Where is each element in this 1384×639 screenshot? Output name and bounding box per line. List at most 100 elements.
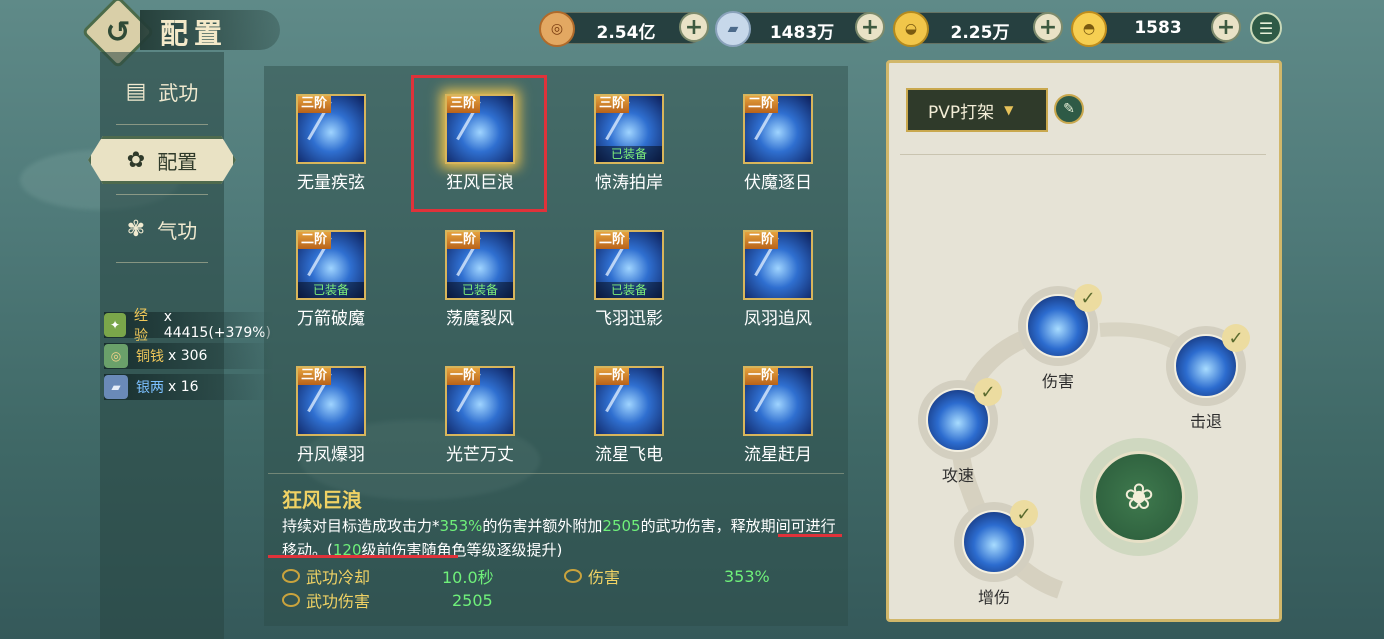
skill-rank-badge: 二阶 bbox=[745, 96, 779, 113]
skill-name: 丹凤爆羽 bbox=[297, 445, 365, 465]
skill-equipped-tag: 已装备 bbox=[596, 282, 662, 298]
edit-icon[interactable]: ✎ bbox=[1054, 94, 1084, 124]
skill-equipped-tag: 已装备 bbox=[596, 146, 662, 162]
silver-ingot-icon: ▰ bbox=[104, 375, 128, 399]
skill-name: 万箭破魔 bbox=[297, 309, 365, 329]
red-underline bbox=[268, 555, 458, 558]
add-yuanbao-button[interactable]: + bbox=[1211, 12, 1241, 42]
skill-name: 凤羽追风 bbox=[744, 309, 812, 329]
cloud-icon bbox=[564, 569, 582, 583]
add-copper-button[interactable]: + bbox=[679, 12, 709, 42]
skill-icon: 一阶 bbox=[594, 366, 664, 436]
stat-martial-damage: 武功伤害 2505 bbox=[282, 588, 493, 612]
reward-name: 银两 bbox=[136, 380, 164, 396]
skill-rank-badge: 三阶 bbox=[298, 96, 332, 113]
skill-card[interactable]: 三阶 已装备 惊涛拍岸 bbox=[574, 94, 684, 204]
skill-rank-badge: 二阶 bbox=[596, 232, 630, 249]
exp-scroll-icon: ✦ bbox=[104, 313, 127, 337]
add-silver-button[interactable]: + bbox=[855, 12, 885, 42]
skill-rank-badge: 二阶 bbox=[298, 232, 332, 249]
swirl-icon: ✿ bbox=[126, 147, 146, 173]
silver-ingot-icon: ▰ bbox=[715, 11, 751, 47]
skill-card[interactable]: 二阶 伏魔逐日 bbox=[723, 94, 833, 204]
sidebar-divider bbox=[116, 262, 208, 263]
stat-damage: 伤害 353% bbox=[564, 564, 770, 588]
back-arrow-icon[interactable]: ↺ bbox=[100, 14, 136, 50]
check-icon: ✓ bbox=[1010, 500, 1038, 528]
skill-name: 流星飞电 bbox=[595, 445, 663, 465]
skill-equipped-tag: 已装备 bbox=[298, 282, 364, 298]
skill-icon: 二阶 已装备 bbox=[445, 230, 515, 300]
check-icon: ✓ bbox=[974, 378, 1002, 406]
sidebar-item-label: 武功 bbox=[158, 80, 199, 105]
cloud-icon bbox=[282, 569, 300, 583]
reward-copper: ◎ 铜钱 x 306 bbox=[104, 343, 274, 369]
skill-card[interactable]: 一阶 光芒万丈 bbox=[425, 366, 535, 476]
gold-ingot-icon: ◒ bbox=[893, 11, 929, 47]
currency-copper: ◎ 2.54亿 + bbox=[539, 11, 709, 47]
reward-value: x 44415(+379%) bbox=[163, 309, 271, 341]
skill-rank-badge: 一阶 bbox=[745, 368, 779, 385]
currency-yuanbao: ◓ 1583 + bbox=[1071, 11, 1241, 47]
loadout-divider bbox=[900, 154, 1266, 155]
add-gold-button[interactable]: + bbox=[1033, 12, 1063, 42]
page-title: 配置 bbox=[160, 17, 229, 50]
sidebar-item-config[interactable]: ✿ 配置 bbox=[102, 135, 222, 185]
sidebar-item-label: 气功 bbox=[157, 218, 198, 243]
skill-card[interactable]: 一阶 流星赶月 bbox=[723, 366, 833, 476]
skill-rank-badge: 二阶 bbox=[745, 232, 779, 249]
sidebar-item-qigong[interactable]: ✾ 气功 bbox=[102, 204, 222, 254]
skill-rank-badge: 一阶 bbox=[596, 368, 630, 385]
chevron-down-icon: ▼ bbox=[1004, 103, 1014, 117]
skill-card[interactable]: 二阶 凤羽追风 bbox=[723, 230, 833, 340]
skill-icon: 二阶 已装备 bbox=[296, 230, 366, 300]
skill-card[interactable]: 二阶 已装备 荡魔裂风 bbox=[425, 230, 535, 340]
currency-value: 2.54亿 bbox=[596, 23, 656, 43]
skill-name: 无量疾弦 bbox=[297, 173, 365, 193]
selection-highlight-box bbox=[411, 75, 547, 212]
skill-icon: 三阶 bbox=[296, 94, 366, 164]
red-underline bbox=[778, 534, 842, 537]
cloud-icon bbox=[282, 593, 300, 607]
center-emblem-button[interactable]: ❀ bbox=[1080, 438, 1198, 556]
currency-silver: ▰ 1483万 + bbox=[715, 11, 885, 47]
skill-card[interactable]: 三阶 丹凤爆羽 bbox=[276, 366, 386, 476]
skill-name: 荡魔裂风 bbox=[446, 309, 514, 329]
skill-name: 流星赶月 bbox=[744, 445, 812, 465]
skill-icon: 二阶 bbox=[743, 94, 813, 164]
skill-icon: 三阶 已装备 bbox=[594, 94, 664, 164]
preset-dropdown[interactable]: PVP打架 ▼ bbox=[906, 88, 1048, 132]
skill-rank-badge: 一阶 bbox=[447, 368, 481, 385]
skill-detail-title: 狂风巨浪 bbox=[282, 488, 362, 512]
check-icon: ✓ bbox=[1222, 324, 1250, 352]
reward-name: 经验 bbox=[134, 308, 149, 344]
loadout-node-damage[interactable]: ✓ 伤害 bbox=[1018, 284, 1102, 392]
skill-card[interactable]: 三阶 无量疾弦 bbox=[276, 94, 386, 204]
skill-icon: 一阶 bbox=[743, 366, 813, 436]
skill-icon: 三阶 bbox=[296, 366, 366, 436]
menu-list-icon[interactable]: ☰ bbox=[1250, 12, 1282, 44]
skill-equipped-tag: 已装备 bbox=[447, 282, 513, 298]
stat-cooldown: 武功冷却 10.0秒 bbox=[282, 564, 494, 588]
currency-gold: ◒ 2.25万 + bbox=[893, 11, 1063, 47]
skill-icon: 二阶 bbox=[743, 230, 813, 300]
cards-icon: ▤ bbox=[125, 78, 147, 104]
loadout-node-attack-speed[interactable]: ✓ 攻速 bbox=[918, 378, 1002, 486]
gold-yuanbao-icon: ◓ bbox=[1071, 11, 1107, 47]
currency-value: 1483万 bbox=[769, 23, 835, 43]
copper-coin-icon: ◎ bbox=[104, 344, 128, 368]
reward-value: x 16 bbox=[168, 379, 199, 395]
skill-name: 伏魔逐日 bbox=[744, 173, 812, 193]
skill-icon: 二阶 已装备 bbox=[594, 230, 664, 300]
loadout-node-damage-boost[interactable]: ✓ 增伤 bbox=[954, 500, 1038, 608]
sidebar-divider bbox=[116, 194, 208, 195]
skill-card[interactable]: 一阶 流星飞电 bbox=[574, 366, 684, 476]
skill-card[interactable]: 二阶 已装备 飞羽迅影 bbox=[574, 230, 684, 340]
skill-name: 惊涛拍岸 bbox=[595, 173, 663, 193]
reward-exp: ✦ 经验 x 44415(+379%) bbox=[104, 308, 274, 344]
sidebar-item-martial[interactable]: ▤ 武功 bbox=[102, 66, 222, 116]
skill-rank-badge: 二阶 bbox=[447, 232, 481, 249]
loadout-node-knockback[interactable]: ✓ 击退 bbox=[1166, 324, 1250, 432]
skill-card[interactable]: 二阶 已装备 万箭破魔 bbox=[276, 230, 386, 340]
spiral-icon: ✾ bbox=[126, 216, 146, 242]
